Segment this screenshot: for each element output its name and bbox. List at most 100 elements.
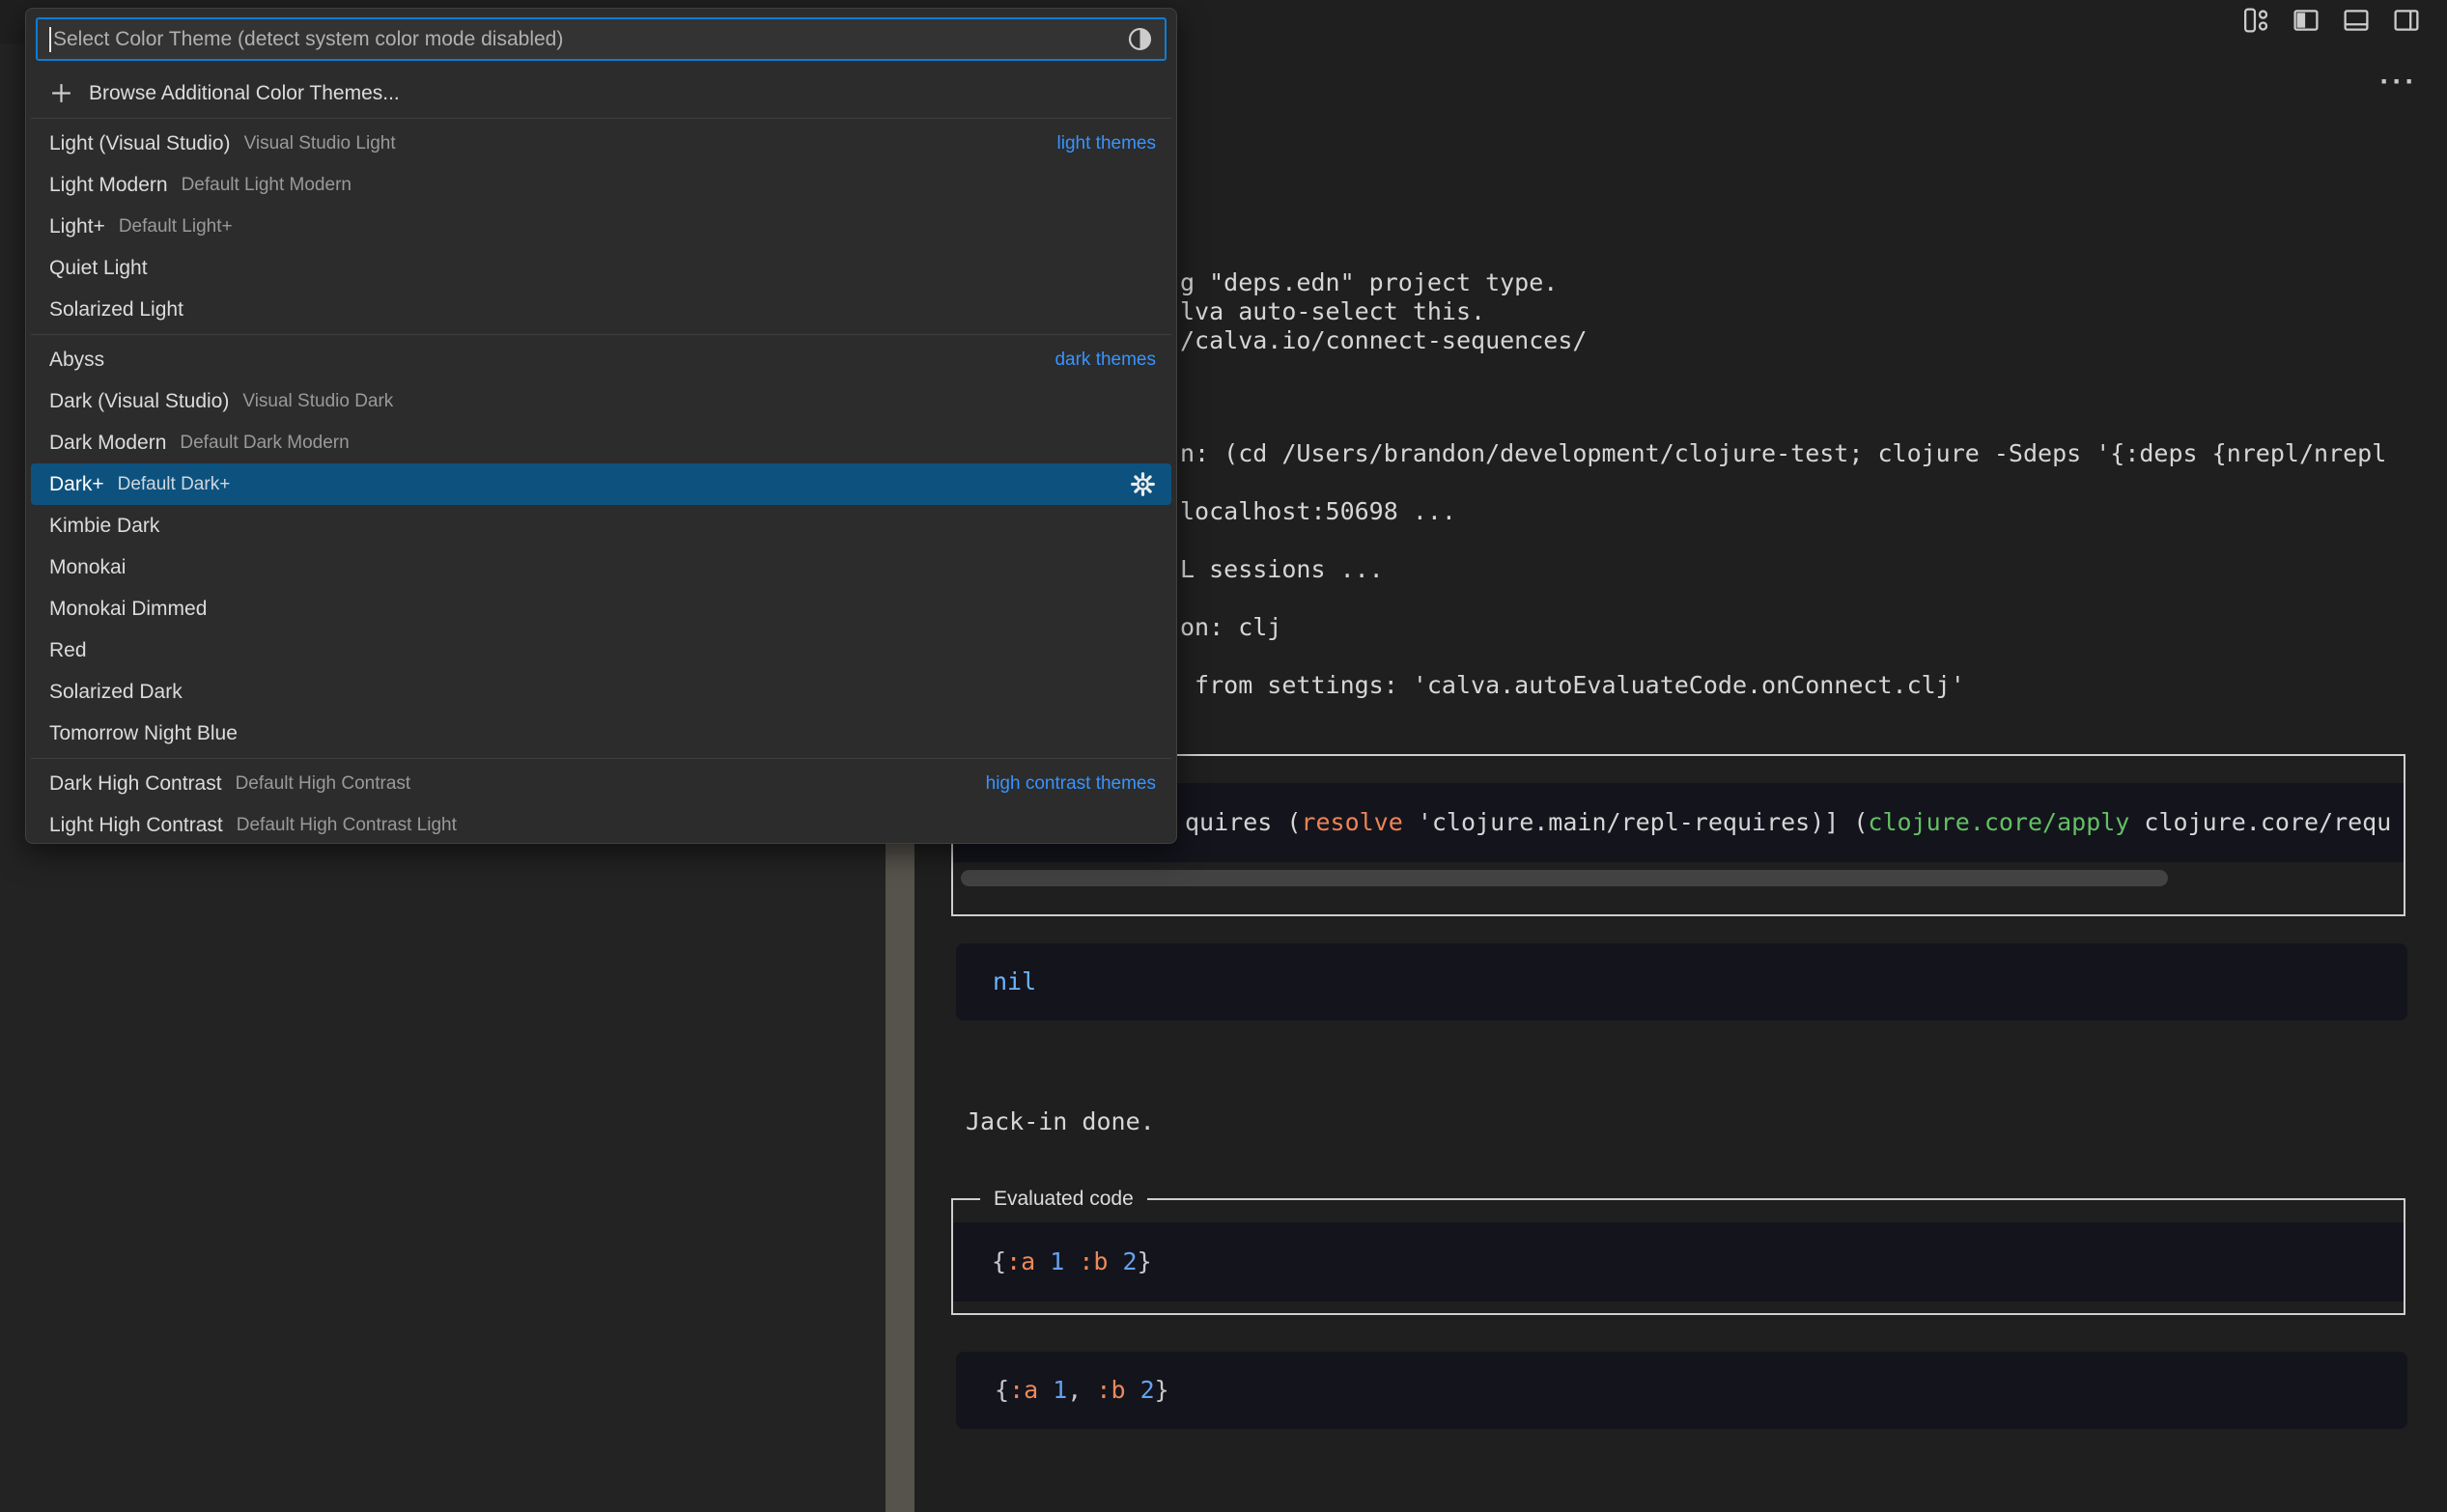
repl-output-line: L sessions ... — [1180, 555, 1384, 584]
list-separator — [31, 758, 1171, 759]
toggle-primary-sidebar-icon[interactable] — [2292, 7, 2320, 34]
code-token: :a — [1009, 1376, 1038, 1404]
color-theme-quick-pick: Select Color Theme (detect system color … — [25, 8, 1177, 844]
theme-item-light-high-contrast[interactable]: Light High Contrast Default High Contrast… — [31, 804, 1171, 844]
theme-item-label: Light High Contrast — [49, 814, 223, 837]
code-token — [1038, 1376, 1053, 1404]
code-token: } — [1155, 1376, 1169, 1404]
code-token: :b — [1079, 1247, 1108, 1275]
repl-output-line: from settings: 'calva.autoEvaluateCode.o… — [1180, 671, 1965, 700]
theme-item-label: Quiet Light — [49, 257, 148, 280]
code-token: 1 — [1053, 1376, 1067, 1404]
code-token: 1 — [1050, 1247, 1064, 1275]
theme-item-description: Default Dark+ — [118, 474, 231, 495]
theme-item-description: Visual Studio Dark — [242, 391, 393, 412]
code-token: clojure.core/requ — [2129, 808, 2391, 836]
theme-item-dark-modern[interactable]: Dark Modern Default Dark Modern — [31, 422, 1171, 463]
toggle-secondary-sidebar-icon[interactable] — [2393, 7, 2420, 34]
color-mode-icon[interactable] — [1127, 26, 1153, 52]
code-token — [1064, 1247, 1079, 1275]
repl-output-line: lva auto-select this. — [1180, 297, 1485, 326]
evaluated-code-legend: Evaluated code — [980, 1188, 1147, 1211]
theme-group-badge: high contrast themes — [986, 773, 1156, 795]
theme-group-badge: light themes — [1057, 133, 1156, 154]
nil-result-text: nil — [956, 943, 2407, 1021]
theme-item-kimbie-dark[interactable]: Kimbie Dark — [31, 505, 1171, 546]
toggle-panel-icon[interactable] — [2343, 7, 2370, 34]
theme-item-label: Light (Visual Studio) — [49, 132, 231, 155]
theme-item-description: Default High Contrast Light — [237, 815, 457, 836]
theme-item-tomorrow-night-blue[interactable]: Tomorrow Night Blue — [31, 713, 1171, 754]
theme-item-label: Solarized Light — [49, 298, 183, 322]
quick-pick-input[interactable]: Select Color Theme (detect system color … — [36, 17, 1167, 61]
theme-item-dark[interactable]: Dark+ Default Dark+ — [31, 463, 1171, 505]
theme-item-browse-additional-color-themes[interactable]: Browse Additional Color Themes... — [31, 72, 1171, 114]
quick-pick-input-text: Select Color Theme (detect system color … — [53, 28, 1127, 51]
theme-item-dark-high-contrast[interactable]: Dark High Contrast Default High Contrast h… — [31, 763, 1171, 804]
theme-item-label: Dark+ — [49, 473, 104, 496]
code-token: clojure.core/apply — [1868, 808, 2129, 836]
horizontal-scrollbar[interactable] — [961, 870, 2168, 886]
theme-item-light-visual-studio[interactable]: Light (Visual Studio) Visual Studio Light… — [31, 123, 1171, 164]
repl-output-line: on: clj — [1180, 613, 1281, 642]
code-token: resolve — [1301, 808, 1402, 836]
theme-item-abyss[interactable]: Abyss dark themes — [31, 339, 1171, 380]
code-token: quires ( — [1185, 808, 1301, 836]
theme-item-label: Light+ — [49, 215, 105, 238]
theme-item-label: Dark High Contrast — [49, 772, 222, 796]
list-separator — [31, 118, 1171, 119]
repl-output-line: localhost:50698 ... — [1180, 497, 1456, 526]
theme-item-label: Red — [49, 639, 87, 662]
list-separator — [31, 334, 1171, 335]
theme-item-label: Solarized Dark — [49, 681, 183, 704]
theme-item-quiet-light[interactable]: Quiet Light — [31, 247, 1171, 289]
gear-icon[interactable] — [1130, 471, 1156, 497]
theme-item-description: Default High Contrast — [236, 773, 411, 795]
theme-item-label: Kimbie Dark — [49, 515, 159, 538]
code-token: :b — [1096, 1376, 1125, 1404]
theme-item-dark-visual-studio[interactable]: Dark (Visual Studio) Visual Studio Dark — [31, 380, 1171, 422]
theme-item-description: Default Light Modern — [182, 175, 352, 196]
theme-item-light-modern[interactable]: Light ModernDefault Light Modern — [31, 164, 1171, 206]
code-token: { — [992, 1247, 1006, 1275]
theme-item-label: Tomorrow Night Blue — [49, 722, 238, 745]
theme-item-solarized-dark[interactable]: Solarized Dark — [31, 671, 1171, 713]
theme-list: Browse Additional Color Themes... Light (… — [26, 72, 1176, 844]
theme-item-description: Visual Studio Light — [244, 133, 396, 154]
theme-item-label: Abyss — [49, 349, 104, 372]
repl-output-line: n: (cd /Users/brandon/development/clojur… — [1180, 439, 2386, 468]
theme-item-monokai[interactable]: Monokai — [31, 546, 1171, 588]
code-token — [1035, 1247, 1050, 1275]
code-token: 2 — [1140, 1376, 1155, 1404]
theme-item-label: Monokai Dimmed — [49, 598, 207, 621]
customize-layout-icon[interactable] — [2242, 7, 2269, 34]
theme-item-description: Default Dark Modern — [180, 433, 349, 454]
theme-item-solarized-light[interactable]: Solarized Light — [31, 289, 1171, 330]
theme-item-label: Dark (Visual Studio) — [49, 390, 229, 413]
evaluated-code-line: {:a 1 :b 2} — [953, 1222, 2404, 1302]
editor-more-actions-button[interactable]: ··· — [2372, 68, 2426, 102]
theme-item-monokai-dimmed[interactable]: Monokai Dimmed — [31, 588, 1171, 630]
code-token: :a — [1006, 1247, 1035, 1275]
jack-in-done-text: Jack-in done. — [966, 1107, 1155, 1136]
layout-controls — [2242, 7, 2420, 34]
add-icon — [49, 81, 73, 105]
code-token: , — [1067, 1376, 1096, 1404]
theme-item-label: Dark Modern — [49, 432, 166, 455]
code-token: } — [1138, 1247, 1152, 1275]
theme-item-light[interactable]: Light+ Default Light+ — [31, 206, 1171, 247]
code-token: 'clojure.main/repl-requires)] ( — [1403, 808, 1869, 836]
repl-output-line: g "deps.edn" project type. — [1180, 268, 1558, 297]
theme-item-red[interactable]: Red — [31, 630, 1171, 671]
nil-result-block: nil — [956, 943, 2407, 1021]
jack-in-code-line: quires (resolve 'clojure.main/repl-requi… — [1185, 783, 2391, 862]
evaluated-code-fieldset: Evaluated code {:a 1 :b 2} — [951, 1188, 2405, 1315]
theme-group-badge: dark themes — [1055, 350, 1156, 371]
theme-item-label: Monokai — [49, 556, 126, 579]
theme-item-description: Default Light+ — [119, 216, 233, 238]
code-token: { — [995, 1376, 1009, 1404]
theme-item-label: Browse Additional Color Themes... — [89, 82, 400, 105]
code-token — [1126, 1376, 1140, 1404]
eval-result-line: {:a 1, :b 2} — [956, 1352, 2407, 1429]
eval-result-block: {:a 1, :b 2} — [956, 1352, 2407, 1429]
